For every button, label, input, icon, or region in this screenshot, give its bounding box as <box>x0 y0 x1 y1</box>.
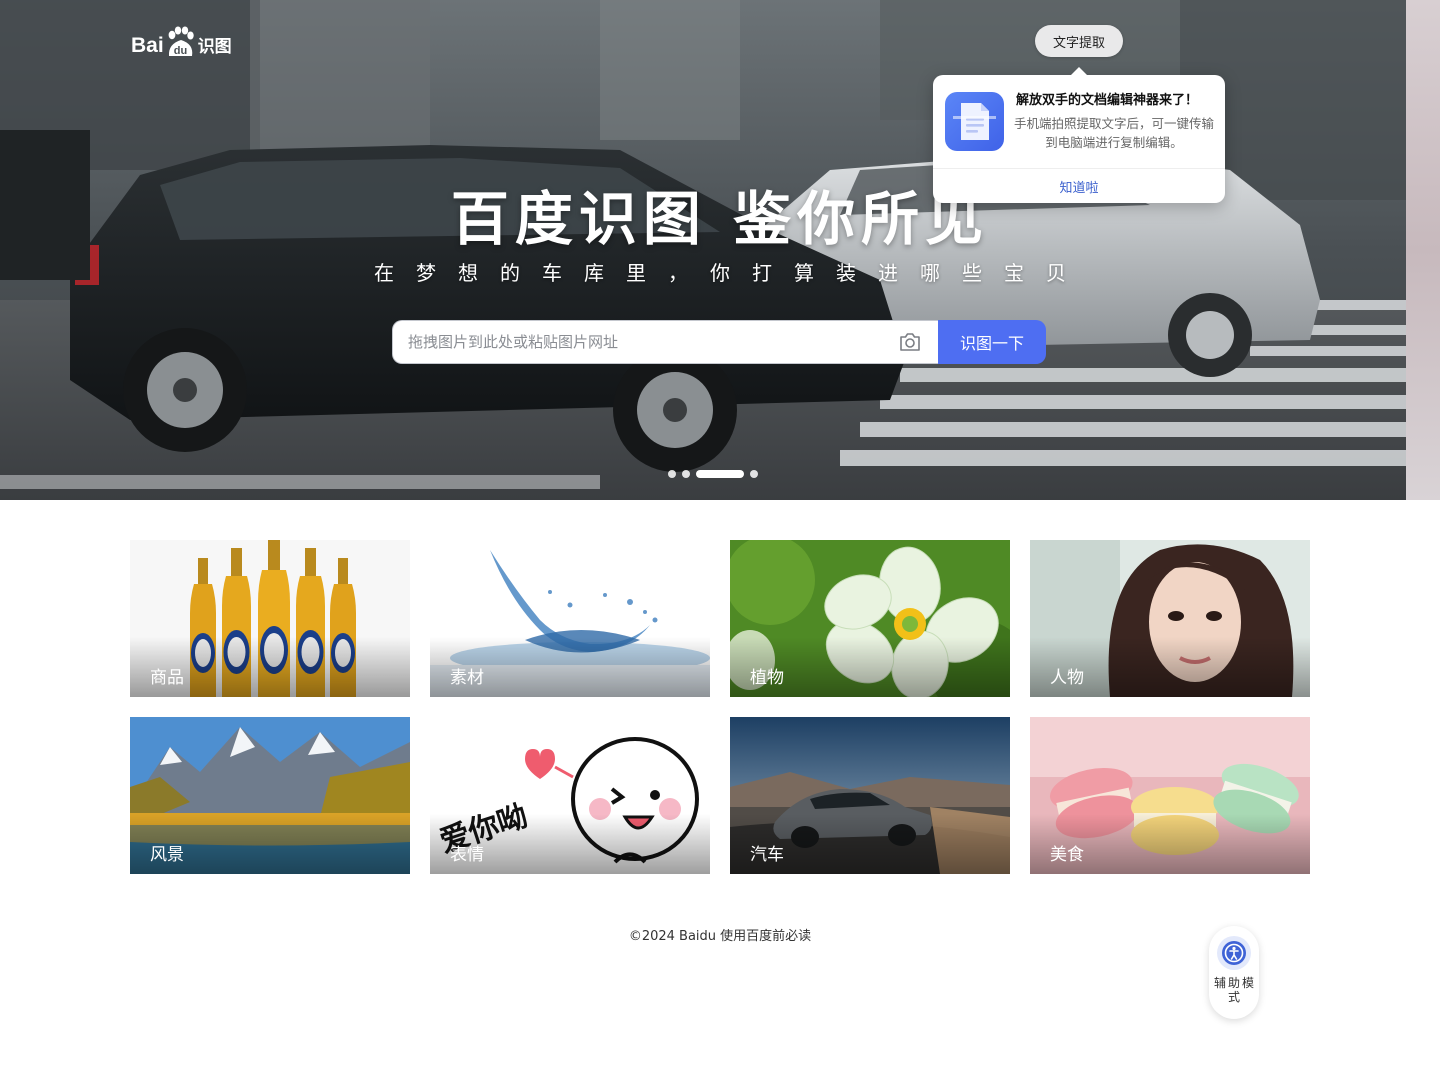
category-tile-food[interactable]: 美食 <box>1030 717 1310 874</box>
category-tile-person[interactable]: 人物 <box>1030 540 1310 697</box>
hero-subtitle: 在梦想的车库里，你打算装进哪些宝贝 <box>374 261 1088 285</box>
popup-description: 手机端拍照提取文字后，可一键传输到电脑端进行复制编辑。 <box>1013 116 1214 150</box>
paw-icon: du <box>168 26 194 57</box>
text-extract-popup: 解放双手的文档编辑神器来了！ 手机端拍照提取文字后，可一键传输到电脑端进行复制编… <box>933 67 1225 203</box>
footer-terms-link[interactable]: 使用百度前必读 <box>720 929 811 944</box>
footer-copyright: ©2024 Baidu <box>628 929 717 944</box>
category-tile-plant[interactable]: 植物 <box>730 540 1010 697</box>
accessibility-mode-button[interactable]: 辅助模式 <box>1209 926 1259 1019</box>
category-label: 素材 <box>450 668 484 688</box>
category-label: 表情 <box>450 845 484 865</box>
document-icon <box>945 92 1004 151</box>
category-label: 植物 <box>750 668 784 688</box>
category-label: 人物 <box>1050 668 1084 688</box>
category-tile-scenery[interactable]: 风景 <box>130 717 410 874</box>
text-extract-button[interactable]: 文字提取 <box>1035 25 1123 57</box>
accessibility-icon <box>1217 936 1251 970</box>
popup-dismiss-button[interactable]: 知道啦 <box>933 169 1225 203</box>
search-input[interactable] <box>393 321 889 363</box>
carousel-dot[interactable] <box>668 470 676 478</box>
category-tile-material[interactable]: 素材 <box>430 540 710 697</box>
carousel-dot[interactable] <box>682 470 690 478</box>
carousel-dot[interactable] <box>750 470 758 478</box>
camera-icon[interactable] <box>898 331 922 353</box>
accessibility-mode-label: 辅助模式 <box>1213 976 1256 1004</box>
category-grid: 商品 素材 植物 人物 风景 表情 汽车 美食 <box>130 540 1310 874</box>
category-tile-goods[interactable]: 商品 <box>130 540 410 697</box>
svg-text:du: du <box>173 45 186 57</box>
category-label: 美食 <box>1050 845 1084 865</box>
logo-product-name: 识图 <box>197 37 232 57</box>
category-label: 汽车 <box>750 845 784 865</box>
carousel-dot-active[interactable] <box>696 470 744 478</box>
category-tile-emoji[interactable]: 爱你呦 表情 <box>430 717 710 874</box>
popup-title: 解放双手的文档编辑神器来了！ <box>1016 93 1199 108</box>
logo-text-bai: Bai <box>131 34 164 57</box>
hero-banner: Bai du 识图 百度识图 鉴你所见 在梦想的车库里，你打算装进哪些宝贝 识图… <box>0 0 1440 500</box>
search-button[interactable]: 识图一下 <box>938 320 1046 364</box>
category-label: 商品 <box>150 668 184 688</box>
baidu-logo[interactable]: Bai du 识图 <box>131 24 232 58</box>
carousel-dots <box>668 470 758 478</box>
category-tile-car[interactable]: 汽车 <box>730 717 1010 874</box>
search-box <box>392 320 938 364</box>
category-label: 风景 <box>150 845 184 865</box>
popup-arrow <box>1070 67 1088 76</box>
